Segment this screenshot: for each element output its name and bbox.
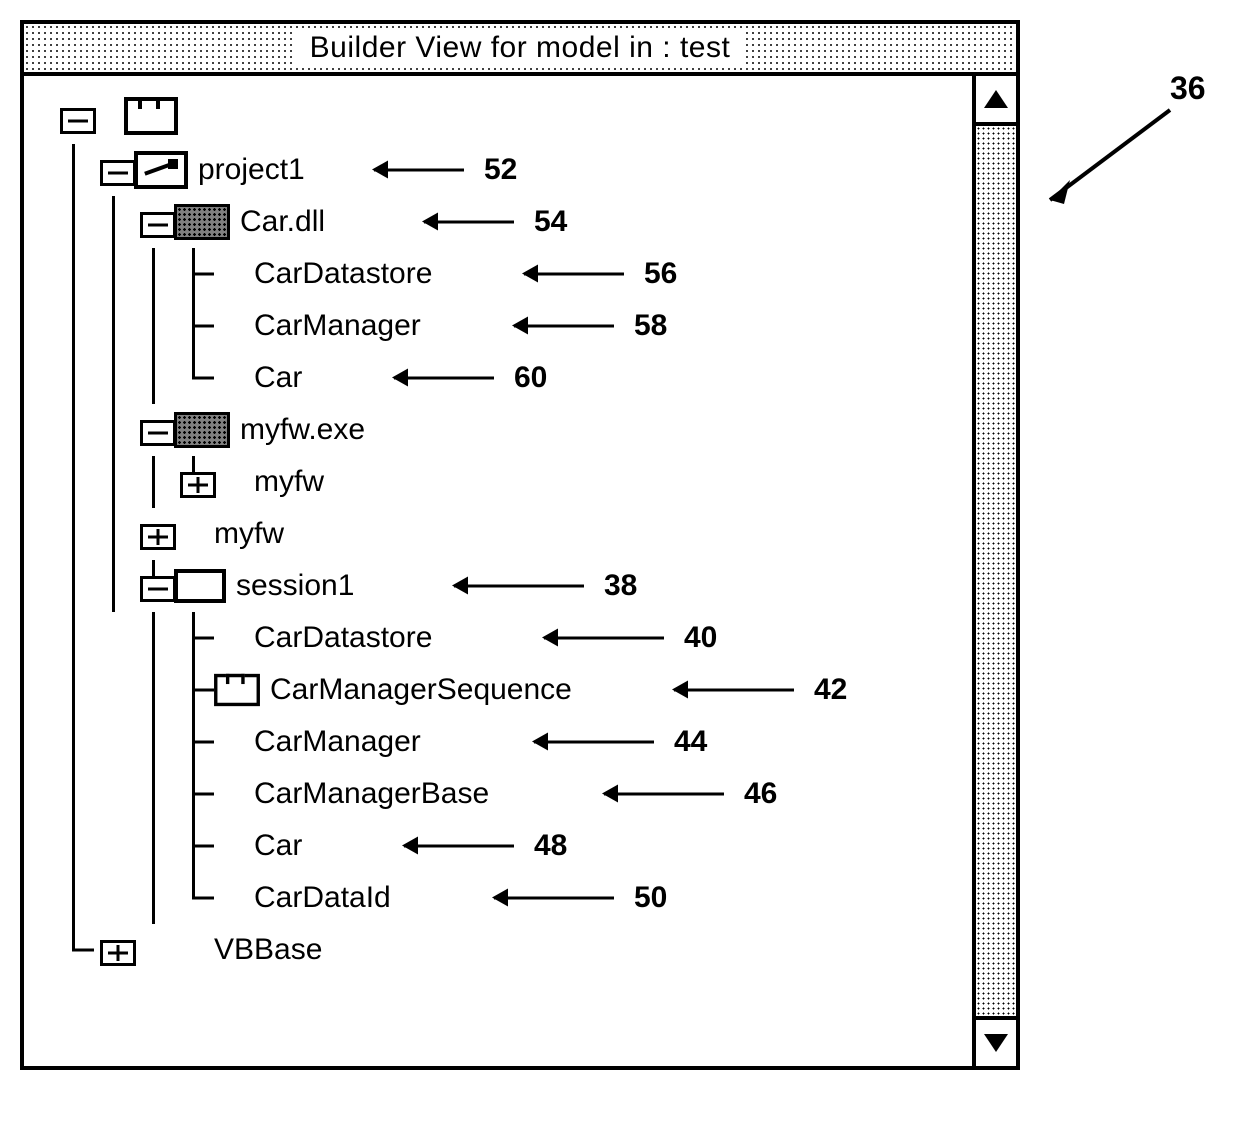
tree-item[interactable]: myfw bbox=[214, 517, 284, 551]
tree-item-vbbase[interactable]: VBBase bbox=[214, 933, 322, 967]
chevron-down-icon bbox=[984, 1034, 1008, 1052]
tree-item-session[interactable]: session1 bbox=[236, 569, 354, 603]
tree-view[interactable]: project1 52 Car.dll 54 bbox=[24, 76, 972, 1066]
expand-icon[interactable] bbox=[140, 524, 176, 550]
collapse-icon[interactable] bbox=[60, 108, 96, 134]
scroll-track[interactable] bbox=[976, 126, 1016, 1016]
ref-label: 50 bbox=[634, 881, 667, 915]
hammer-icon bbox=[134, 151, 188, 189]
collapse-icon[interactable] bbox=[140, 212, 176, 238]
window-title: Builder View for model in : test bbox=[296, 31, 745, 65]
tree-item[interactable]: CarDatastore bbox=[254, 257, 432, 291]
tree-item[interactable]: CarManagerBase bbox=[254, 777, 489, 811]
ref-label: 40 bbox=[684, 621, 717, 655]
tree-item[interactable]: CarManager bbox=[254, 309, 421, 343]
ref-label: 46 bbox=[744, 777, 777, 811]
collapse-icon[interactable] bbox=[140, 576, 176, 602]
ref-label: 60 bbox=[514, 361, 547, 395]
ref-label: 54 bbox=[534, 205, 567, 239]
tree-item[interactable]: CarDataId bbox=[254, 881, 391, 915]
tree-item[interactable]: Car bbox=[254, 829, 302, 863]
vertical-scrollbar[interactable] bbox=[972, 76, 1016, 1066]
collapse-icon[interactable] bbox=[100, 160, 136, 186]
binary-icon bbox=[174, 412, 230, 448]
tree-item[interactable]: CarManagerSequence bbox=[270, 673, 572, 707]
scroll-down-button[interactable] bbox=[976, 1016, 1016, 1066]
ref-label: 48 bbox=[534, 829, 567, 863]
expand-icon[interactable] bbox=[180, 472, 216, 498]
binary-icon bbox=[174, 204, 230, 240]
ref-label: 58 bbox=[634, 309, 667, 343]
figure-number: 36 bbox=[1170, 70, 1206, 107]
scroll-up-button[interactable] bbox=[976, 76, 1016, 126]
ref-label: 56 bbox=[644, 257, 677, 291]
tree-item[interactable]: Car bbox=[254, 361, 302, 395]
tree-item[interactable]: myfw bbox=[254, 465, 324, 499]
title-bar: Builder View for model in : test bbox=[24, 24, 1016, 76]
window-icon bbox=[174, 569, 226, 603]
package-icon bbox=[124, 97, 178, 135]
tree-item-project[interactable]: project1 bbox=[198, 153, 305, 187]
tree-item-myfwexe[interactable]: myfw.exe bbox=[240, 413, 365, 447]
package-icon bbox=[214, 674, 260, 706]
collapse-icon[interactable] bbox=[140, 420, 176, 446]
tree-item[interactable]: CarManager bbox=[254, 725, 421, 759]
ref-label: 38 bbox=[604, 569, 637, 603]
tree-item-cardll[interactable]: Car.dll bbox=[240, 205, 325, 239]
window: Builder View for model in : test project… bbox=[20, 20, 1020, 1070]
tree-item[interactable]: CarDatastore bbox=[254, 621, 432, 655]
ref-label: 44 bbox=[674, 725, 707, 759]
figure-pointer bbox=[1040, 100, 1200, 220]
ref-label: 42 bbox=[814, 673, 847, 707]
chevron-up-icon bbox=[984, 90, 1008, 108]
expand-icon[interactable] bbox=[100, 940, 136, 966]
ref-label: 52 bbox=[484, 153, 517, 187]
